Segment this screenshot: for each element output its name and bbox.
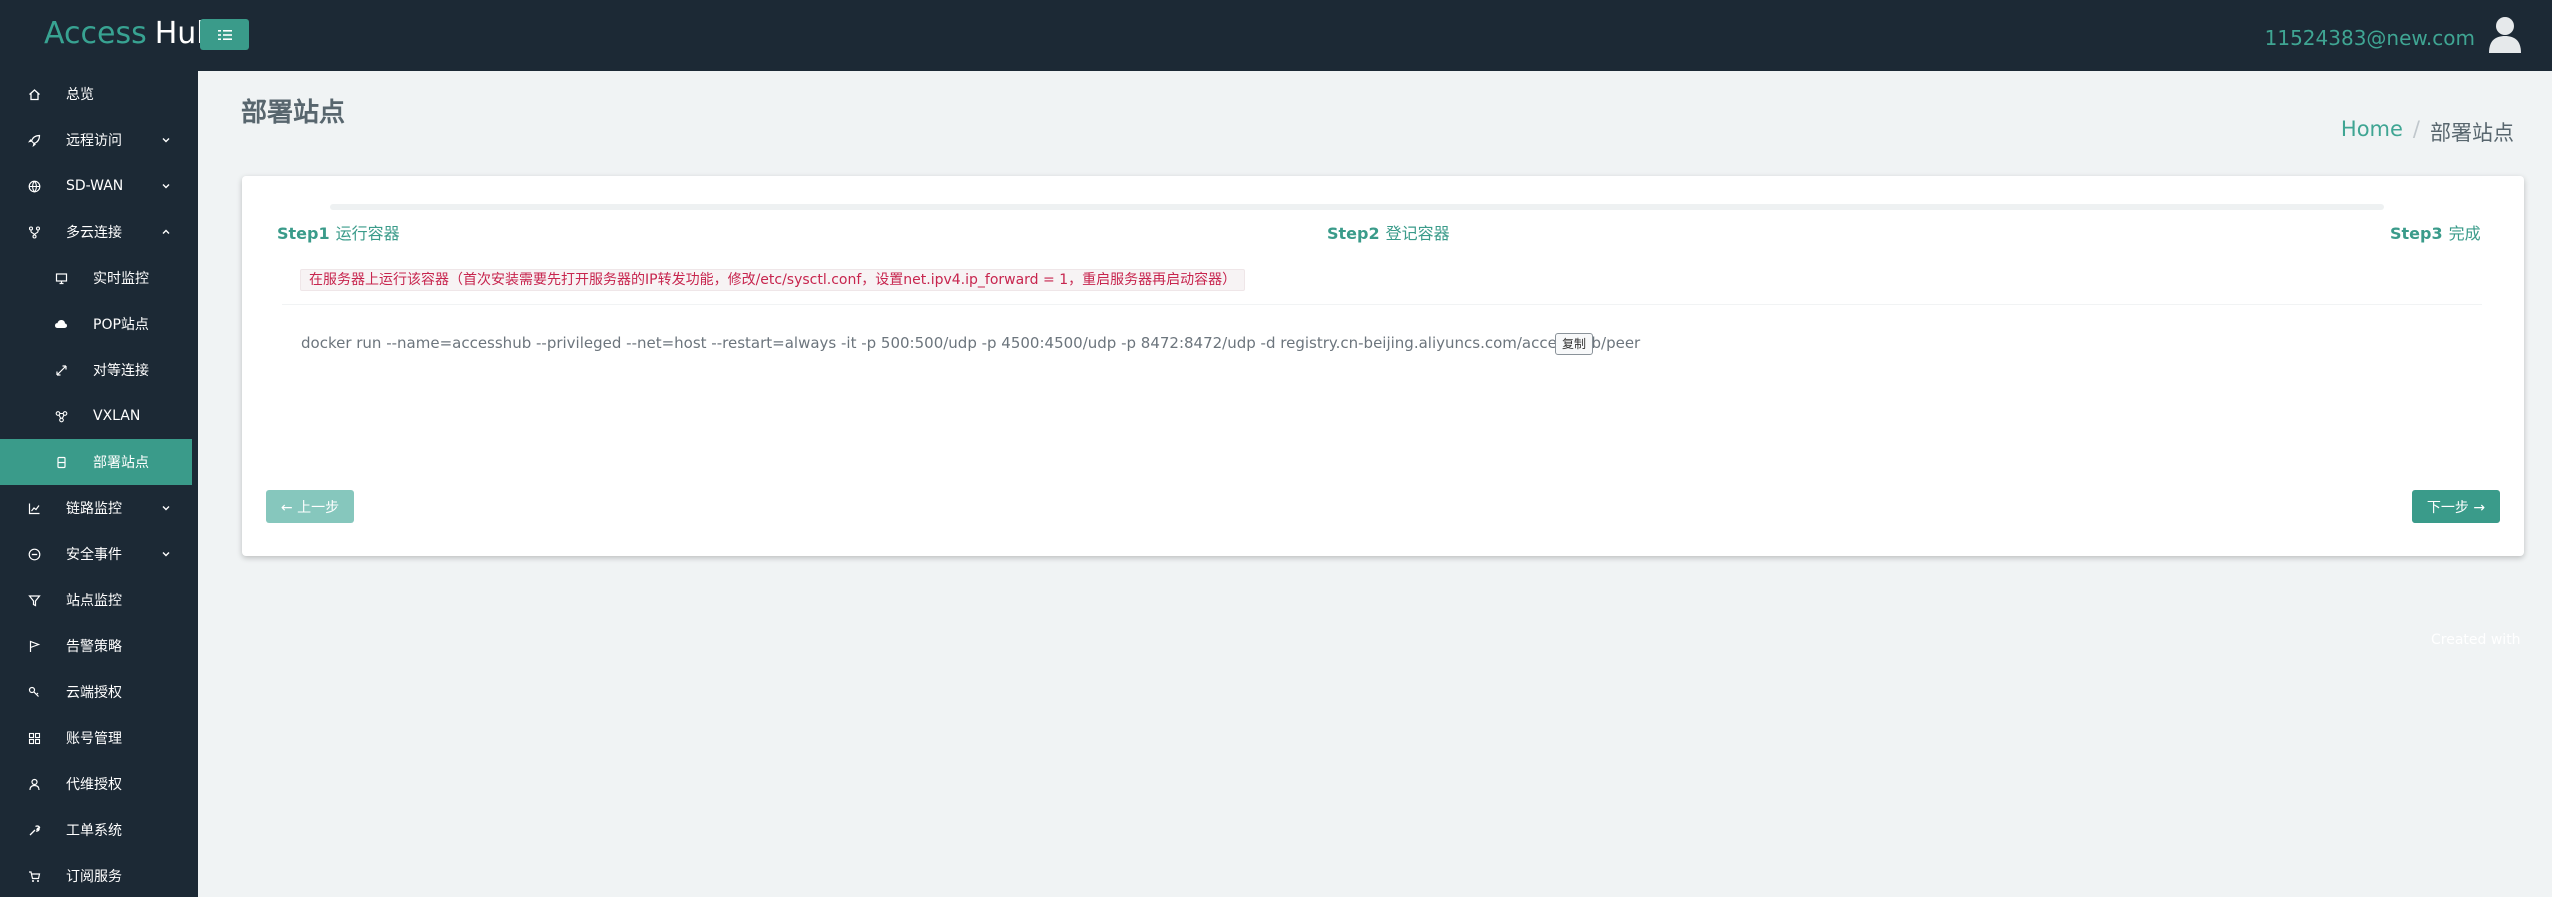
breadcrumb: Home / 部署站点	[2341, 117, 2514, 147]
wizard-step-2[interactable]: Step2 登记容器	[1327, 220, 1450, 244]
wizard-step-3[interactable]: Step3 完成	[2390, 220, 2481, 244]
wizard-card: Step1 运行容器 Step2 登记容器 Step3 完成 在服务器上运行该容器（首…	[242, 176, 2524, 556]
sidebar-item-label: 部署站点	[93, 455, 149, 471]
rocket-icon	[26, 132, 42, 148]
fork-icon	[26, 224, 42, 240]
sidebar-item-vxlan[interactable]: VXLAN	[0, 393, 198, 439]
sidebar-item-label: 多云连接	[66, 225, 122, 241]
sidebar: 总览 远程访问 SD-WAN 多云连接 实时监控 POP站点 对等连接 VXLA…	[0, 71, 198, 897]
menu-toggle-button[interactable]	[200, 19, 249, 50]
sidebar-item-label: 订阅服务	[66, 869, 122, 885]
grid-icon	[26, 730, 42, 746]
link-icon	[26, 684, 42, 700]
sidebar-item-deploy-site[interactable]: 部署站点	[0, 439, 192, 485]
flag-icon	[26, 638, 42, 654]
sidebar-item-realtime-monitor[interactable]: 实时监控	[0, 255, 198, 301]
step-name: 登记容器	[1385, 224, 1450, 243]
sidebar-item-remote-access[interactable]: 远程访问	[0, 117, 198, 163]
page-title: 部署站点	[241, 98, 346, 128]
sidebar-item-subscription[interactable]: 订阅服务	[0, 853, 198, 897]
chevron-down-icon	[162, 506, 170, 511]
home-icon	[26, 86, 42, 102]
breadcrumb-home-link[interactable]: Home	[2341, 117, 2403, 147]
sidebar-item-label: 告警策略	[66, 639, 122, 655]
cloud-icon	[53, 316, 69, 332]
user-icon	[26, 776, 42, 792]
sidebar-item-link-monitor[interactable]: 链路监控	[0, 485, 198, 531]
sidebar-item-label: VXLAN	[93, 408, 141, 424]
copy-button[interactable]: 复制	[1555, 333, 1594, 355]
sidebar-item-label: 对等连接	[93, 363, 149, 379]
globe-icon	[26, 178, 42, 194]
sidebar-item-label: 远程访问	[66, 133, 122, 149]
network-icon	[53, 408, 69, 424]
chevron-down-icon	[162, 552, 170, 557]
step-number: Step1	[277, 224, 330, 243]
breadcrumb-current: 部署站点	[2430, 121, 2514, 145]
sidebar-item-label: 总览	[66, 87, 94, 103]
sidebar-item-label: 账号管理	[66, 731, 122, 747]
sidebar-item-peering[interactable]: 对等连接	[0, 347, 198, 393]
sidebar-item-pop-sites[interactable]: POP站点	[0, 301, 198, 347]
sidebar-item-account-mgmt[interactable]: 账号管理	[0, 715, 198, 761]
sidebar-item-site-monitor[interactable]: 站点监控	[0, 577, 198, 623]
minus-circle-icon	[26, 546, 42, 562]
top-header: Access Hub 11524383@new.com	[0, 0, 2552, 71]
sidebar-item-overview[interactable]: 总览	[0, 71, 198, 117]
chevron-up-icon	[162, 229, 170, 234]
sidebar-item-label: 链路监控	[66, 501, 122, 517]
chevron-down-icon	[162, 138, 170, 143]
sidebar-item-label: 代维授权	[66, 777, 122, 793]
expand-icon	[53, 362, 69, 378]
divider	[282, 304, 2482, 305]
sidebar-item-security-events[interactable]: 安全事件	[0, 531, 198, 577]
user-email[interactable]: 11524383@new.com	[2265, 26, 2475, 50]
cart-icon	[26, 868, 42, 884]
sidebar-item-label: 云端授权	[66, 685, 122, 701]
user-avatar-icon[interactable]	[2488, 16, 2522, 54]
breadcrumb-separator: /	[2412, 117, 2420, 141]
server-icon	[53, 454, 69, 470]
menu-icon	[217, 29, 232, 40]
chevron-down-icon	[162, 184, 170, 189]
docker-command-text[interactable]: docker run --name=accesshub --privileged…	[301, 334, 1640, 352]
step-name: 运行容器	[335, 224, 400, 243]
sidebar-item-delegate-auth[interactable]: 代维授权	[0, 761, 198, 807]
step-name: 完成	[2448, 224, 2481, 243]
sidebar-item-label: 站点监控	[66, 593, 122, 609]
footer-credit: Created with	[2431, 632, 2521, 648]
wizard-step-1[interactable]: Step1 运行容器	[277, 220, 400, 244]
sidebar-item-label: POP站点	[93, 317, 149, 333]
filter-icon	[26, 592, 42, 608]
step-number: Step2	[1327, 224, 1380, 243]
install-instruction-alert: 在服务器上运行该容器（首次安装需要先打开服务器的IP转发功能，修改/etc/sy…	[300, 269, 1246, 291]
sidebar-item-label: 实时监控	[93, 271, 149, 287]
sidebar-item-cloud-auth[interactable]: 云端授权	[0, 669, 198, 715]
sidebar-item-multi-cloud[interactable]: 多云连接	[0, 209, 198, 255]
step-number: Step3	[2390, 224, 2443, 243]
wrench-icon	[26, 822, 42, 838]
sidebar-item-alert-policy[interactable]: 告警策略	[0, 623, 198, 669]
sidebar-item-label: 工单系统	[66, 823, 122, 839]
sidebar-item-label: 安全事件	[66, 547, 122, 563]
brand-part-1: Access	[44, 16, 147, 51]
next-step-button[interactable]: 下一步 →	[2412, 490, 2500, 523]
sidebar-item-label: SD-WAN	[66, 178, 124, 194]
wizard-progress-track	[330, 204, 2384, 210]
chart-line-icon	[26, 500, 42, 516]
app-logo[interactable]: Access Hub	[44, 16, 215, 52]
sidebar-item-ticket-system[interactable]: 工单系统	[0, 807, 198, 853]
monitor-icon	[53, 270, 69, 286]
sidebar-item-sd-wan[interactable]: SD-WAN	[0, 163, 198, 209]
previous-step-button[interactable]: ← 上一步	[266, 490, 354, 523]
